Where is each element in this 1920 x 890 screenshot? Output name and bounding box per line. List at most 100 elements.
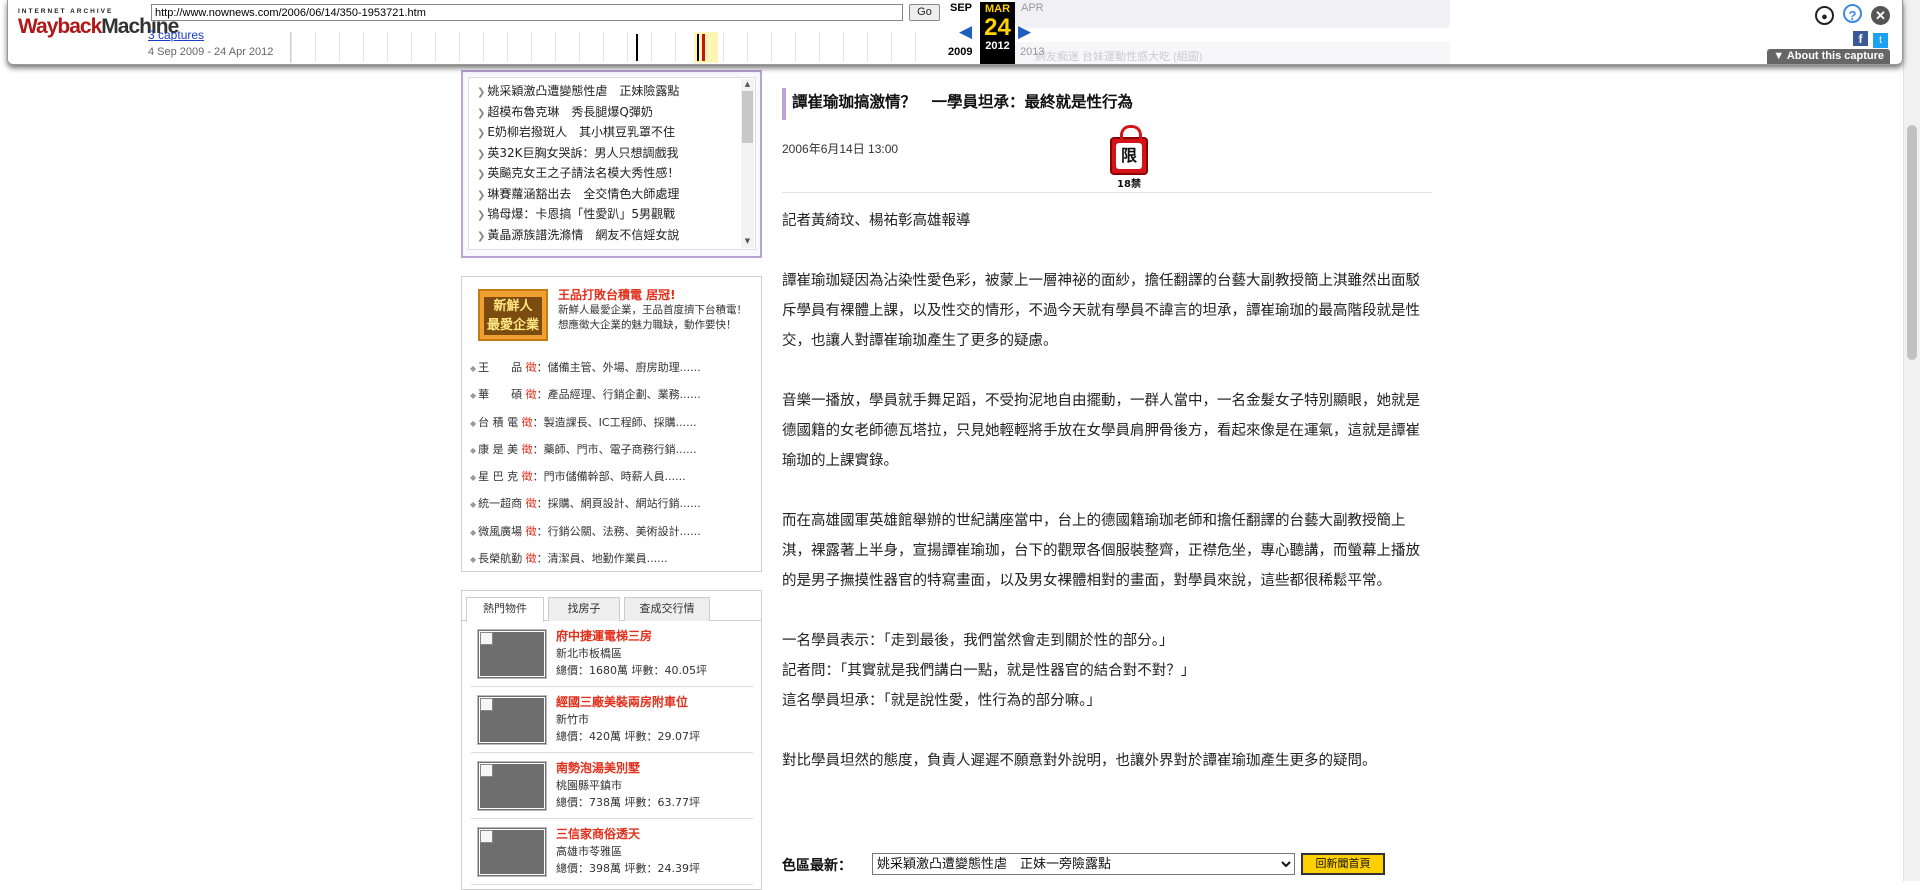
listing-price: 總價：1680萬 坪數：40.05坪: [556, 664, 707, 677]
sparkline-current-capture[interactable]: [702, 34, 705, 61]
job-row[interactable]: ◆ 康 是 美 徵：藥師、門市、電子商務行銷......: [470, 437, 755, 464]
news-item[interactable]: ❯ 姚采穎激凸遭變態性虐 正妹險露點: [477, 82, 741, 103]
user-icon[interactable]: ●: [1815, 6, 1834, 25]
sparkline-year-divider: [675, 32, 676, 62]
listing-image[interactable]: [477, 695, 547, 745]
logo-wordmark: WaybackMachine: [18, 15, 179, 38]
hot-news-box: ❯ 姚采穎激凸遭變態性虐 正妹險露點 ❯ 超模布魯克琳 秀長腿爆Q彈奶 ❯ E奶柳岩撥…: [461, 70, 762, 258]
sparkline-year-divider: [747, 32, 748, 62]
sparkline-year-divider: [555, 32, 556, 62]
real-estate-tabs: 熱門物件 找房子 查成交行情: [462, 591, 761, 622]
twitter-icon[interactable]: t: [1873, 33, 1888, 48]
sparkline-year-divider: [723, 32, 724, 62]
paragraph: 而在高雄國軍英雄館舉辦的世紀講座當中，台上的德國籍瑜珈老師和擔任翻譯的台藝大副教…: [782, 513, 1420, 589]
listing-item[interactable]: 府中捷運電梯三房 新北市板橋區 總價：1680萬 坪數：40.05坪: [471, 623, 753, 687]
jobs-description: 新鮮人最愛企業，王品首度擠下台積電！想應徵大企業的魅力職缺，動作要快！: [558, 304, 747, 331]
listing-image[interactable]: [477, 827, 547, 877]
page-scroll-thumb[interactable]: [1907, 125, 1917, 360]
scroll-thumb[interactable]: [742, 91, 753, 143]
about-capture-button[interactable]: ▼ About this capture: [1767, 49, 1890, 64]
go-button[interactable]: Go: [909, 4, 940, 21]
listing-title[interactable]: 三信家商俗透天: [556, 825, 640, 842]
job-row[interactable]: ◆ 台 積 電 徵：製造課長、IC工程師、採購......: [470, 410, 755, 437]
news-item[interactable]: ❯ 鴇母爆：卡恩搞「性愛趴」5男觀戰: [477, 205, 741, 226]
logo-caption: INTERNET ARCHIVE: [18, 8, 114, 15]
facebook-icon[interactable]: f: [1853, 31, 1868, 46]
sparkline-year-divider: [579, 32, 580, 62]
listing-item[interactable]: 南勢泡湯美別墅 桃園縣平鎮市 總價：738萬 坪數：63.77坪: [471, 755, 753, 819]
listing-location: 高雄市苓雅區: [556, 845, 622, 858]
sparkline-capture[interactable]: [636, 34, 638, 61]
listing-location: 新北市板橋區: [556, 647, 622, 660]
job-row[interactable]: ◆ 星 巴 克 徵：門市儲備幹部、時薪人員......: [470, 464, 755, 491]
close-icon[interactable]: ✕: [1871, 6, 1890, 25]
tab-hot-listings[interactable]: 熱門物件: [466, 597, 544, 622]
sparkline-year-divider: [627, 32, 628, 62]
job-row[interactable]: ◆ 王 品 徵：儲備主管、外場、廚房助理......: [470, 355, 755, 382]
listing-price: 總價：398萬 坪數：24.39坪: [556, 862, 700, 875]
jobs-feature: 新鮮人 最愛企業 王品打敗台積電 居冠! 新鮮人最愛企業，王品首度擠下台積電！想應…: [478, 286, 748, 346]
wayback-toolbar: INTERNET ARCHIVE WaybackMachine Go 3 cap…: [7, 0, 1903, 65]
sparkline-year-divider: [603, 32, 604, 62]
job-row[interactable]: ◆ 微風廣場 徵：行銷公關、法務、美術設計......: [470, 519, 755, 546]
news-home-button[interactable]: 回新聞首頁: [1301, 853, 1385, 875]
next-capture-arrow-icon[interactable]: ▶: [1018, 22, 1031, 42]
quote-line: 一名學員表示：「走到最後，我們當然會走到關於性的部分。」: [782, 633, 1174, 649]
sparkline-year-divider: [411, 32, 412, 62]
sparkline-year-divider: [651, 32, 652, 62]
news-item[interactable]: ❯ 黃晶源族譜洗滌情 網友不信婬女說: [477, 226, 741, 247]
news-item[interactable]: ❯ 超模布魯克琳 秀長腿爆Q彈奶: [477, 103, 741, 124]
wayback-logo[interactable]: INTERNET ARCHIVE WaybackMachine: [18, 8, 179, 52]
news-item[interactable]: ❯ 英飈克女王之子請法名模大秀性感！: [477, 164, 741, 185]
sparkline-year-divider: [363, 32, 364, 62]
jobs-logo[interactable]: 新鮮人 最愛企業: [478, 289, 548, 341]
jobs-headline[interactable]: 王品打敗台積電 居冠!: [558, 286, 676, 303]
adult-rating-badge: 限 18禁: [1108, 123, 1150, 190]
sparkline-year-divider: [867, 32, 868, 62]
next-year-label[interactable]: 2013: [1020, 46, 1044, 58]
job-row[interactable]: ◆ 長榮航勤 徵：清潔員、地勤作業員......: [470, 546, 755, 573]
capture-sparkline[interactable]: [290, 32, 942, 63]
capture-date-range: 4 Sep 2009 - 24 Apr 2012: [148, 46, 274, 58]
scroll-up-icon[interactable]: ▲: [741, 79, 754, 89]
job-row[interactable]: ◆ 華 碩 徵：產品經理、行銷企劃、業務......: [470, 382, 755, 409]
listing-title[interactable]: 南勢泡湯美別墅: [556, 759, 640, 776]
captures-link[interactable]: 3 captures: [148, 28, 204, 42]
sparkline-year-divider: [291, 32, 292, 62]
sparkline-capture[interactable]: [697, 34, 699, 61]
prev-capture-arrow-icon[interactable]: ◀: [959, 22, 972, 42]
sparkline-year-divider: [795, 32, 796, 62]
news-item[interactable]: ❯ 英32K巨胸女哭訴：男人只想調戲我: [477, 144, 741, 165]
listing-item[interactable]: 三信家商俗透天 高雄市苓雅區 總價：398萬 坪數：24.39坪: [471, 821, 753, 885]
url-input[interactable]: [151, 4, 903, 21]
listing-image[interactable]: [477, 629, 547, 679]
job-row[interactable]: ◆ 統一超商 徵：採購、網頁設計、網站行銷......: [470, 491, 755, 518]
news-item[interactable]: ❯ E奶柳岩撥斑人 其小棋豆乳罩不住: [477, 123, 741, 144]
help-icon[interactable]: ?: [1843, 4, 1862, 23]
latest-news-select[interactable]: 姚采穎激凸遭變態性虐 正妹一旁險露點: [872, 853, 1295, 875]
sparkline-year-divider: [507, 32, 508, 62]
quote-line: 記者問：「其實就是我們講白一點，就是性器官的結合對不對？」: [782, 663, 1196, 679]
prev-year-label[interactable]: 2009: [948, 46, 972, 58]
latest-label: 色區最新：: [782, 858, 852, 874]
lock-icon: 限: [1110, 125, 1148, 175]
listing-image[interactable]: [477, 761, 547, 811]
scroll-down-icon[interactable]: ▼: [741, 236, 754, 246]
paragraph: 譚崔瑜珈疑因為沾染性愛色彩，被蒙上一層神祕的面紗，擔任翻譯的台藝大副教授簡上淇雖…: [782, 273, 1420, 349]
prev-month-label: SEP: [950, 2, 973, 14]
news-scrollbar[interactable]: ▲ ▼: [741, 79, 754, 248]
news-item[interactable]: ❯ 琳賽蘿涵豁出去 全交情色大師處理: [477, 185, 741, 206]
tab-transaction-prices[interactable]: 查成交行情: [624, 597, 710, 621]
hot-news-list: ❯ 姚采穎激凸遭變態性虐 正妹險露點 ❯ 超模布魯克琳 秀長腿爆Q彈奶 ❯ E奶柳岩撥…: [468, 77, 756, 250]
sparkline-year-divider: [315, 32, 316, 62]
listing-item[interactable]: 經國三廠美裝兩房附車位 新竹市 總價：420萬 坪數：29.07坪: [471, 689, 753, 753]
sparkline-year-divider: [459, 32, 460, 62]
capture-calendar: SEP MAR 24 2012 APR 2009 2013 ◀ ▶: [945, 0, 1450, 64]
next-month-label[interactable]: APR: [1021, 2, 1044, 14]
listing-price: 總價：420萬 坪數：29.07坪: [556, 730, 700, 743]
tab-find-house[interactable]: 找房子: [548, 597, 620, 621]
listing-title[interactable]: 經國三廠美裝兩房附車位: [556, 693, 688, 710]
jobs-list: ◆ 王 品 徵：儲備主管、外場、廚房助理...... ◆ 華 碩 徵：產品經理、行銷…: [470, 355, 755, 573]
page-scrollbar[interactable]: [1903, 0, 1920, 881]
listing-title[interactable]: 府中捷運電梯三房: [556, 627, 652, 644]
